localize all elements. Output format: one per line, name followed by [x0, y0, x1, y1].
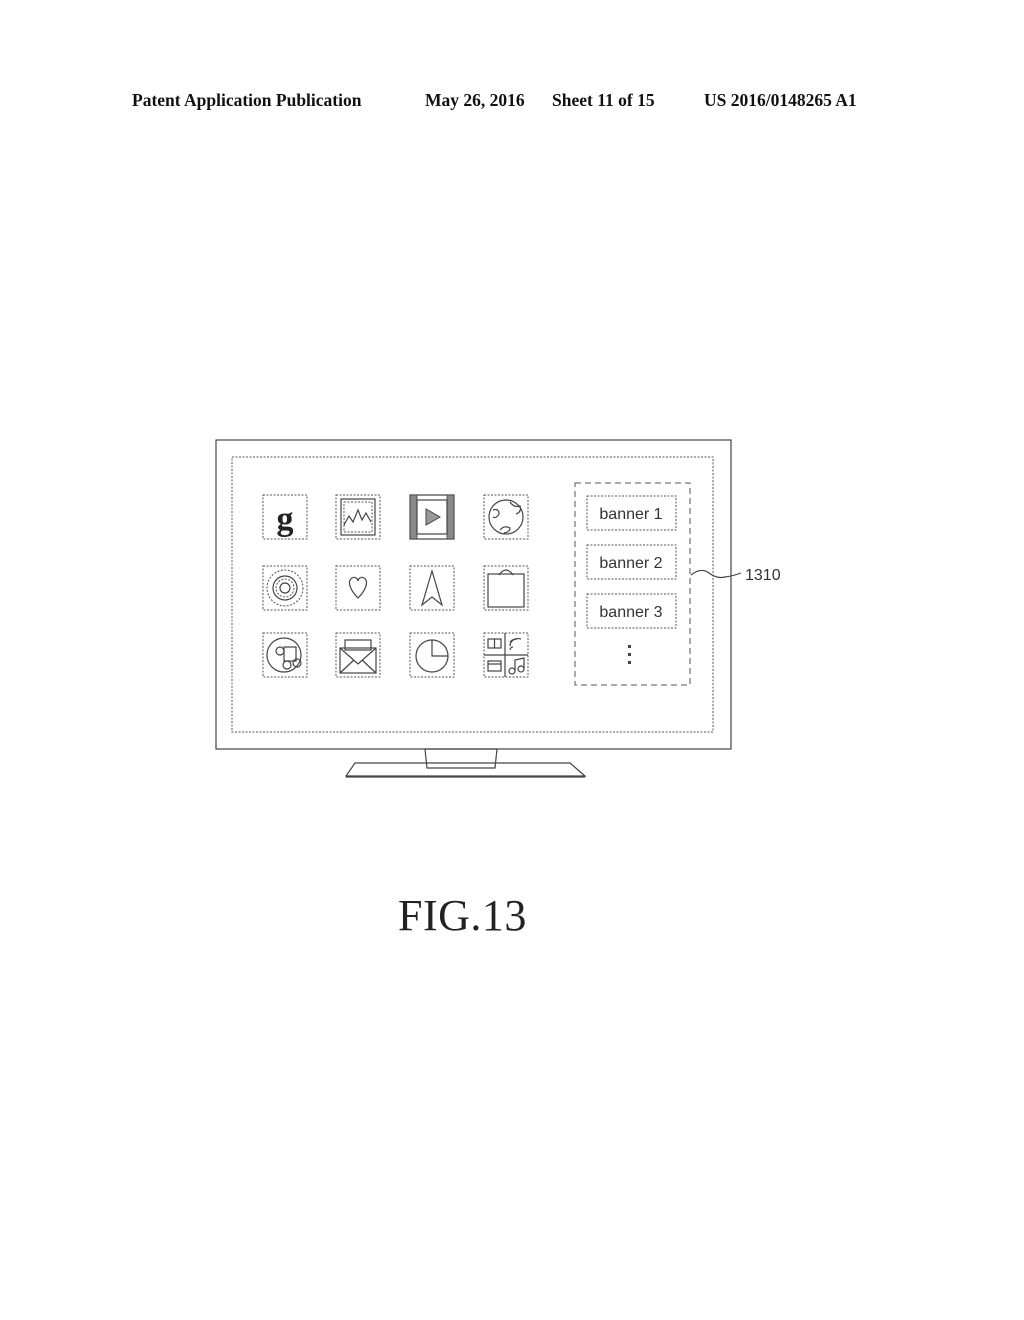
envelope-icon — [339, 647, 377, 674]
figure-drawing: g banner 1 banner 2 banner 3 1310 — [215, 439, 781, 778]
app-icon-gallery[interactable] — [335, 494, 381, 540]
app-icon-video[interactable] — [409, 494, 455, 540]
app-icon-g[interactable]: g — [262, 494, 308, 540]
navigation-arrow-icon — [420, 568, 444, 607]
svg-text:banner 1: banner 1 — [599, 506, 662, 523]
heart-icon — [348, 576, 368, 599]
app-icon-folder[interactable] — [483, 632, 529, 678]
g-letter-icon: g — [277, 501, 294, 538]
tv-stand-neck — [424, 748, 498, 769]
app-icon-mail[interactable] — [335, 632, 381, 678]
app-icon-globe[interactable] — [483, 494, 529, 540]
banner-3[interactable]: banner 3 — [586, 593, 677, 629]
app-icon-settings[interactable] — [262, 565, 308, 611]
shopping-bag-icon — [487, 573, 525, 608]
reference-leader-line — [690, 569, 742, 579]
banner-1[interactable]: banner 1 — [586, 495, 677, 531]
video-play-icon — [425, 508, 442, 526]
app-icon-shopping[interactable] — [483, 565, 529, 611]
more-banners-indicator — [628, 645, 631, 664]
gallery-chart-icon — [343, 508, 372, 526]
app-icon-favorites[interactable] — [335, 565, 381, 611]
figure-caption: FIG.13 — [398, 891, 527, 940]
app-icon-chart[interactable] — [409, 632, 455, 678]
reference-numeral-1310: 1310 — [745, 567, 781, 584]
tv-stand-base — [344, 762, 587, 777]
svg-text:banner 2: banner 2 — [599, 555, 662, 572]
banner-2[interactable]: banner 2 — [586, 544, 677, 580]
svg-text:banner 3: banner 3 — [599, 604, 662, 621]
app-icon-music[interactable] — [262, 632, 308, 678]
app-icon-navigation[interactable] — [409, 565, 455, 611]
